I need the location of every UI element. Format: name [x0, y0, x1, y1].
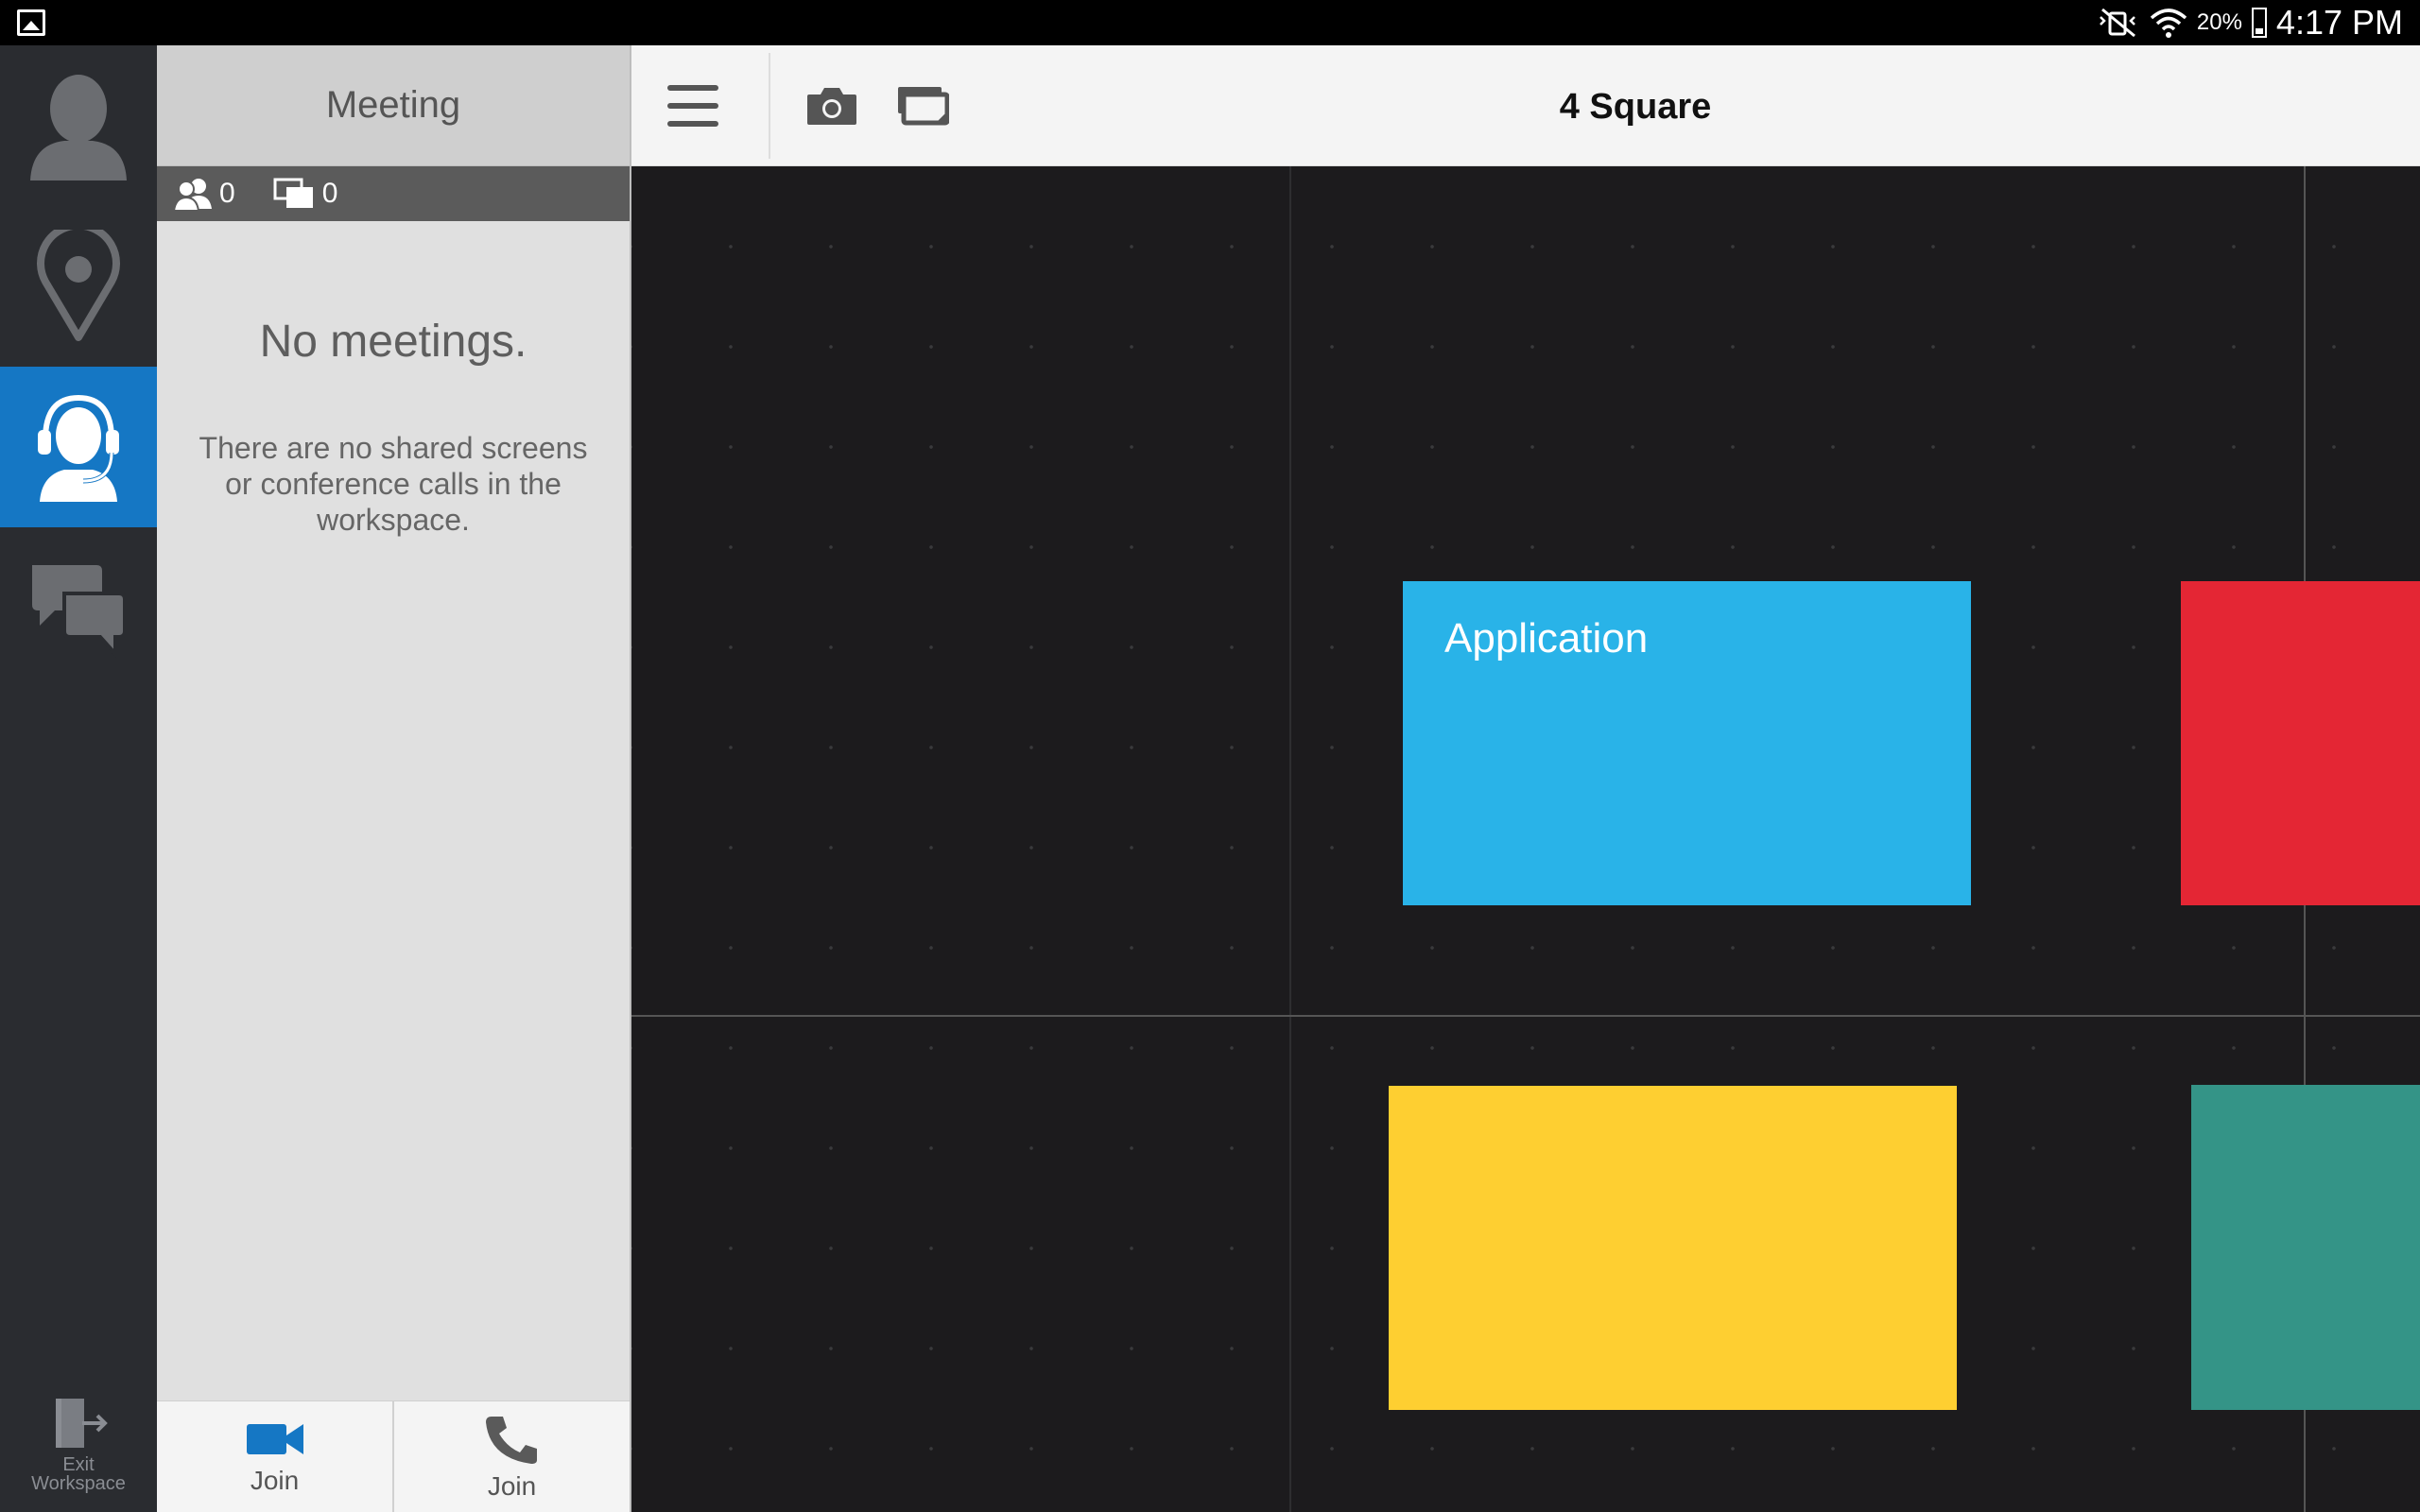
red-note[interactable] [2181, 581, 2420, 905]
status-bar: 20% 4:17 PM [0, 0, 2420, 45]
exit-label-line2: Workspace [31, 1473, 126, 1494]
exit-door-icon [56, 1399, 108, 1448]
workspace-title: 4 Square [1559, 87, 1712, 127]
canvas-gridline [1289, 166, 1291, 1512]
participants-count: 0 [174, 177, 235, 211]
mute-vibrate-icon [2099, 8, 2135, 38]
yellow-note[interactable] [1389, 1086, 1957, 1410]
rail-meeting-button[interactable] [0, 367, 157, 527]
chat-bubbles-icon [32, 565, 127, 660]
empty-state-title: No meetings. [259, 317, 527, 367]
clock: 4:17 PM [2275, 3, 2403, 42]
panel-title: Meeting [157, 45, 630, 166]
gallery-icon [17, 9, 45, 36]
headset-icon [38, 394, 119, 502]
left-rail: Exit Workspace [0, 45, 157, 1512]
application-note[interactable]: Application [1403, 581, 1971, 905]
exit-label-line1: Exit [62, 1454, 95, 1475]
map-pin-icon [37, 230, 120, 341]
video-join-label: Join [250, 1465, 300, 1495]
teal-note[interactable] [2191, 1085, 2420, 1410]
workspace-toolbar: 4 Square [631, 45, 2420, 166]
battery-percent: 20% [2196, 9, 2242, 35]
workspace-title-bar: 4 Square [631, 45, 2420, 166]
rail-profile-button[interactable] [0, 45, 157, 206]
screens-count: 0 [273, 178, 338, 210]
screens-icon [273, 178, 313, 208]
empty-state-description: There are no shared screens or conferenc… [199, 431, 588, 537]
panel-footer: Join Join [157, 1400, 630, 1512]
rail-location-button[interactable] [0, 206, 157, 367]
screens-count-value: 0 [321, 178, 338, 209]
meeting-panel: Meeting 0 0 No meetings. There are no sh… [157, 45, 631, 1512]
phone-icon [485, 1416, 537, 1464]
canvas-quadrant-divider-horizontal [631, 1015, 2420, 1017]
participants-icon [174, 179, 212, 211]
battery-icon [2251, 8, 2267, 38]
participants-count-value: 0 [219, 178, 235, 209]
exit-workspace-button[interactable]: Exit Workspace [0, 1395, 157, 1493]
application-note-label: Application [1444, 615, 1649, 662]
video-join-button[interactable]: Join [157, 1401, 392, 1512]
workspace-canvas[interactable]: Application [631, 166, 2420, 1512]
panel-counts-bar: 0 0 [157, 166, 630, 221]
phone-join-label: Join [487, 1470, 537, 1501]
person-icon [30, 75, 127, 180]
video-camera-icon [246, 1423, 303, 1454]
phone-join-button[interactable]: Join [392, 1401, 630, 1512]
rail-chat-button[interactable] [0, 527, 157, 688]
wifi-icon [2150, 9, 2187, 38]
